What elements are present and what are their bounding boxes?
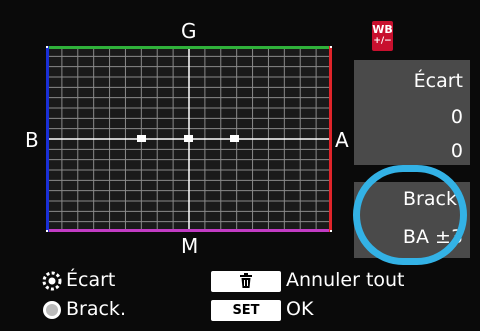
- axis-label-g: G: [181, 19, 197, 43]
- ok-label: OK: [286, 298, 314, 320]
- shift-value-2: 0: [450, 140, 463, 162]
- bracket-marker-center: [184, 135, 193, 142]
- axis-label-b: B: [25, 128, 39, 152]
- clear-all-label: Annuler tout: [286, 269, 405, 291]
- set-key: SET: [211, 300, 281, 321]
- shift-panel: Écart 0 0: [354, 60, 470, 165]
- wb-shift-grid[interactable]: [46, 46, 332, 232]
- corner-dot: [46, 230, 48, 232]
- shift-legend-label: Écart: [66, 269, 116, 291]
- axis-label-a: A: [335, 128, 349, 152]
- trash-icon: [240, 273, 252, 288]
- wb-adjust-icon: WB +/−: [372, 21, 393, 51]
- corner-dot: [330, 230, 332, 232]
- wb-grid-svg: [46, 46, 332, 232]
- bracket-marker-left: [137, 135, 146, 142]
- corner-dot: [330, 46, 332, 48]
- shift-title: Écart: [413, 70, 463, 92]
- bracket-marker-right: [230, 135, 239, 142]
- axis-label-m: M: [181, 234, 199, 258]
- shift-value-1: 0: [450, 106, 463, 128]
- quick-dial-icon: [42, 271, 62, 291]
- bracket-legend-label: Brack.: [66, 298, 126, 320]
- trash-key: [211, 271, 281, 292]
- dial-icon: [42, 300, 62, 320]
- corner-dot: [46, 46, 48, 48]
- wb-icon-text: WB: [372, 23, 393, 36]
- wb-icon-plusminus: +/−: [373, 36, 392, 46]
- highlight-ring: [353, 165, 467, 265]
